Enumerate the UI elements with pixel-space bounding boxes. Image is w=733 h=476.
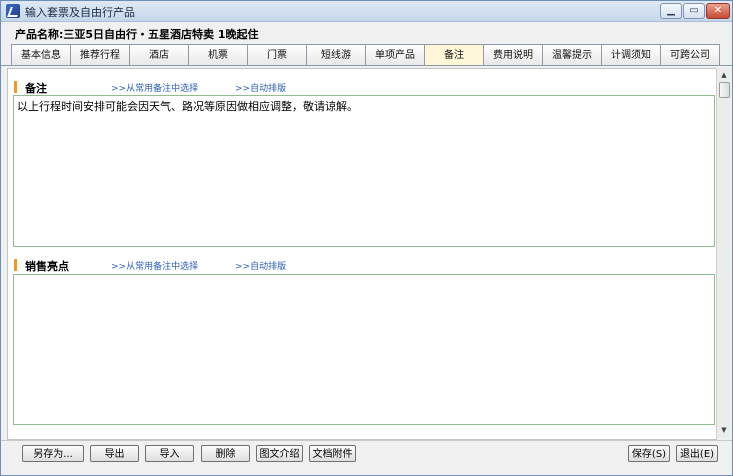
scroll-down-icon[interactable]: ▼	[719, 425, 729, 435]
tab-hotel[interactable]: 酒店	[129, 44, 189, 65]
product-name-label: 产品名称:	[15, 28, 64, 41]
scroll-up-icon[interactable]: ▲	[719, 70, 729, 80]
import-button[interactable]: 导入	[145, 445, 194, 462]
highlights-accent-bar	[14, 259, 17, 271]
delete-button[interactable]: 删除	[201, 445, 250, 462]
tab-basic-info[interactable]: 基本信息	[11, 44, 71, 65]
save-as-button[interactable]: 另存为...	[22, 445, 84, 462]
remarks-select-link[interactable]: >>从常用备注中选择	[111, 81, 198, 94]
remarks-section-title: 备注	[25, 82, 47, 95]
vertical-scrollbar[interactable]: ▲ ▼	[716, 68, 731, 438]
tab-short-tour[interactable]: 短线游	[306, 44, 366, 65]
minimize-button[interactable]: ▁	[660, 3, 682, 19]
highlights-select-link[interactable]: >>从常用备注中选择	[111, 259, 198, 272]
image-text-intro-button[interactable]: 图文介绍	[256, 445, 303, 462]
export-button[interactable]: 导出	[90, 445, 139, 462]
footer-divider	[1, 440, 732, 441]
title-bar: 输入套票及自由行产品 ▁ ▭ ✕	[1, 1, 732, 22]
maximize-button[interactable]: ▭	[683, 3, 705, 19]
content-panel: 备注 >>从常用备注中选择 >>自动排版 以上行程时间安排可能会因天气、路况等原…	[7, 68, 717, 440]
highlights-auto-format-link[interactable]: >>自动排版	[235, 259, 286, 272]
tab-tips[interactable]: 温馨提示	[542, 44, 602, 65]
tab-tickets[interactable]: 门票	[247, 44, 307, 65]
save-button[interactable]: 保存(S)	[628, 445, 670, 462]
maximize-icon: ▭	[689, 5, 699, 16]
exit-button[interactable]: 退出(E)	[676, 445, 718, 462]
scroll-thumb[interactable]	[719, 82, 730, 98]
minimize-icon: ▁	[667, 5, 675, 16]
tab-recommended-itinerary[interactable]: 推荐行程	[70, 44, 130, 65]
app-icon	[6, 4, 20, 18]
product-name-line: 产品名称:三亚5日自由行・五星酒店特卖 1晚起住	[15, 26, 259, 42]
remarks-auto-format-link[interactable]: >>自动排版	[235, 81, 286, 94]
document-attachment-button[interactable]: 文档附件	[309, 445, 356, 462]
tab-remarks[interactable]: 备注	[424, 44, 484, 66]
tab-operator-notes[interactable]: 计调须知	[601, 44, 661, 65]
highlights-textarea[interactable]	[13, 274, 715, 425]
tab-single-product[interactable]: 单项产品	[365, 44, 425, 65]
tab-divider	[1, 65, 732, 66]
close-button[interactable]: ✕	[706, 3, 730, 19]
remarks-accent-bar	[14, 81, 17, 93]
product-name-value: 三亚5日自由行・五星酒店特卖 1晚起住	[63, 28, 259, 41]
remarks-textarea[interactable]: 以上行程时间安排可能会因天气、路况等原因做相应调整，敬请谅解。	[13, 95, 715, 247]
tab-flight[interactable]: 机票	[188, 44, 248, 65]
window-title: 输入套票及自由行产品	[25, 6, 135, 19]
app-window: 输入套票及自由行产品 ▁ ▭ ✕ 产品名称:三亚5日自由行・五星酒店特卖 1晚起…	[0, 0, 733, 476]
close-icon: ✕	[713, 5, 723, 16]
highlights-section-title: 销售亮点	[25, 260, 69, 273]
tab-cross-company[interactable]: 可跨公司	[660, 44, 720, 65]
tab-fee-description[interactable]: 费用说明	[483, 44, 543, 65]
